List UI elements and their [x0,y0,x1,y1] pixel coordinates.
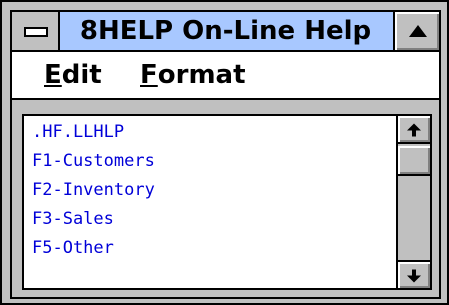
scrollbar-track[interactable] [398,176,430,258]
menu-edit-mnemonic: E [44,60,62,90]
help-topics-list: .HF.LLHLP F1-Customers F2-Inventory F3-S… [32,118,390,286]
arrow-up-icon [407,123,421,137]
client-area: .HF.LLHLP F1-Customers F2-Inventory F3-S… [10,100,441,299]
help-window: 8HELP On-Line Help Edit Format .HF.LLHLP… [0,0,449,305]
list-item[interactable]: F1-Customers [32,147,390,176]
title-bar: 8HELP On-Line Help [10,10,441,52]
menu-format-mnemonic: F [140,60,158,90]
scrollbar-thumb[interactable] [398,146,430,176]
menu-edit[interactable]: Edit [44,52,102,98]
list-item[interactable]: .HF.LLHLP [32,118,390,147]
list-item[interactable]: F2-Inventory [32,176,390,205]
list-item[interactable]: F3-Sales [32,205,390,234]
vertical-scrollbar[interactable] [396,116,430,288]
scroll-up-button[interactable] [398,116,430,144]
maximize-button[interactable] [393,12,439,50]
menu-format-label: ormat [157,60,246,90]
system-menu-icon [24,27,48,37]
window-title: 8HELP On-Line Help [79,16,372,46]
menu-format[interactable]: Format [140,52,246,98]
triangle-up-icon [409,25,427,37]
help-topics-listbox[interactable]: .HF.LLHLP F1-Customers F2-Inventory F3-S… [22,114,432,290]
system-menu-button[interactable] [12,12,60,50]
arrow-down-icon [407,269,421,283]
menu-edit-label: dit [61,60,102,90]
menu-bar: Edit Format [10,52,441,100]
scroll-down-button[interactable] [398,260,430,288]
list-item[interactable]: F5-Other [32,234,390,263]
